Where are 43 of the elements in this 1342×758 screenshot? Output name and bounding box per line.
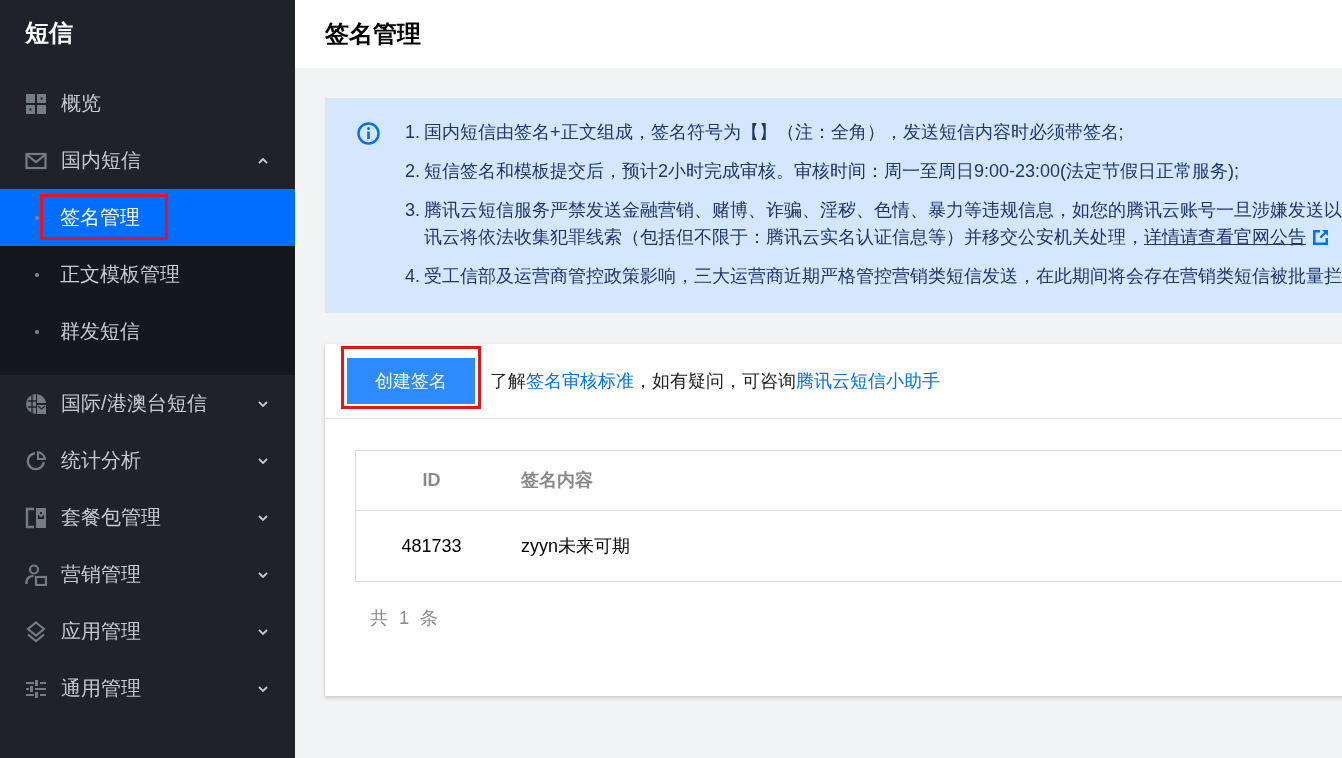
notice-text: 短信签名和模板提交后，预计2小时完成审核。审核时间：周一至周日9:00-23:00(法定节假日正常服务); [424,160,1240,183]
pie-chart-icon [25,449,47,472]
page-title: 签名管理 [325,19,421,49]
submenu-item[interactable]: 正文模板管理 [0,246,295,303]
column-header: 签名内容 [521,470,593,490]
sidebar-item[interactable]: 营销管理 [0,546,295,603]
external-link-icon[interactable] [1313,230,1328,245]
bullet-icon [35,272,39,277]
globe-icon [25,392,47,415]
column-header: ID [422,470,441,490]
sliders-icon [25,677,47,700]
table-cell: 481733 [401,535,462,556]
sidebar-item[interactable]: 通用管理 [0,660,295,717]
sidebar-item[interactable]: 统计分析 [0,432,295,489]
announcement-link[interactable]: 详情请查看官网公告 [1144,224,1306,251]
table-cell: zyyn未来可期 [521,535,630,556]
pagination-total: 共 1 条 [370,607,438,629]
submenu-item[interactable]: 群发短信 [0,303,295,360]
submenu-item[interactable]: 签名管理 [0,189,295,246]
bullet-icon [35,215,39,220]
hint-link[interactable]: 腾讯云短信小助手 [796,370,940,391]
notice-text: 腾讯云短信服务严禁发送金融营销、赌博、诈骗、淫秽、色情、暴力等违规信息，如您的腾讯云账号一旦涉嫌发送以 [424,199,1342,222]
sidebar-item[interactable]: 应用管理 [0,603,295,660]
hint-link[interactable]: 签名审核标准 [526,370,634,391]
notice-text: 受工信部及运营商管控政策影响，三大运营商近期严格管控营销类短信发送，在此期间将会存在营销类短信被批量拦 [424,265,1342,288]
notice-text: 国内短信由签名+正文组成，签名符号为【】（注：全角），发送短信内容时必须带签名; [424,121,1124,144]
sidebar-item[interactable]: 国际/港澳台短信 [0,375,295,432]
list-number: 2. [405,160,421,183]
list-number: 3. [405,199,421,222]
layers-icon [25,620,47,643]
list-number: 4. [405,265,421,288]
info-icon [357,122,380,145]
bullet-icon [35,329,39,334]
sidebar-title: 短信 [25,18,73,48]
sidebar-item[interactable]: 概览 [0,75,295,132]
package-icon [25,506,47,529]
sidebar-item[interactable]: 套餐包管理 [0,489,295,546]
sidebar-item[interactable]: 国内短信 [0,132,295,189]
hint-text: 了解签名审核标准，如有疑问，可咨询腾讯云短信小助手 [490,369,940,393]
list-number: 1. [405,121,421,144]
grid-icon [25,92,47,115]
notice-text: 讯云将依法收集犯罪线索（包括但不限于：腾讯云实名认证信息等）并移交公安机关处理， [424,226,1144,249]
user-icon [25,563,47,586]
